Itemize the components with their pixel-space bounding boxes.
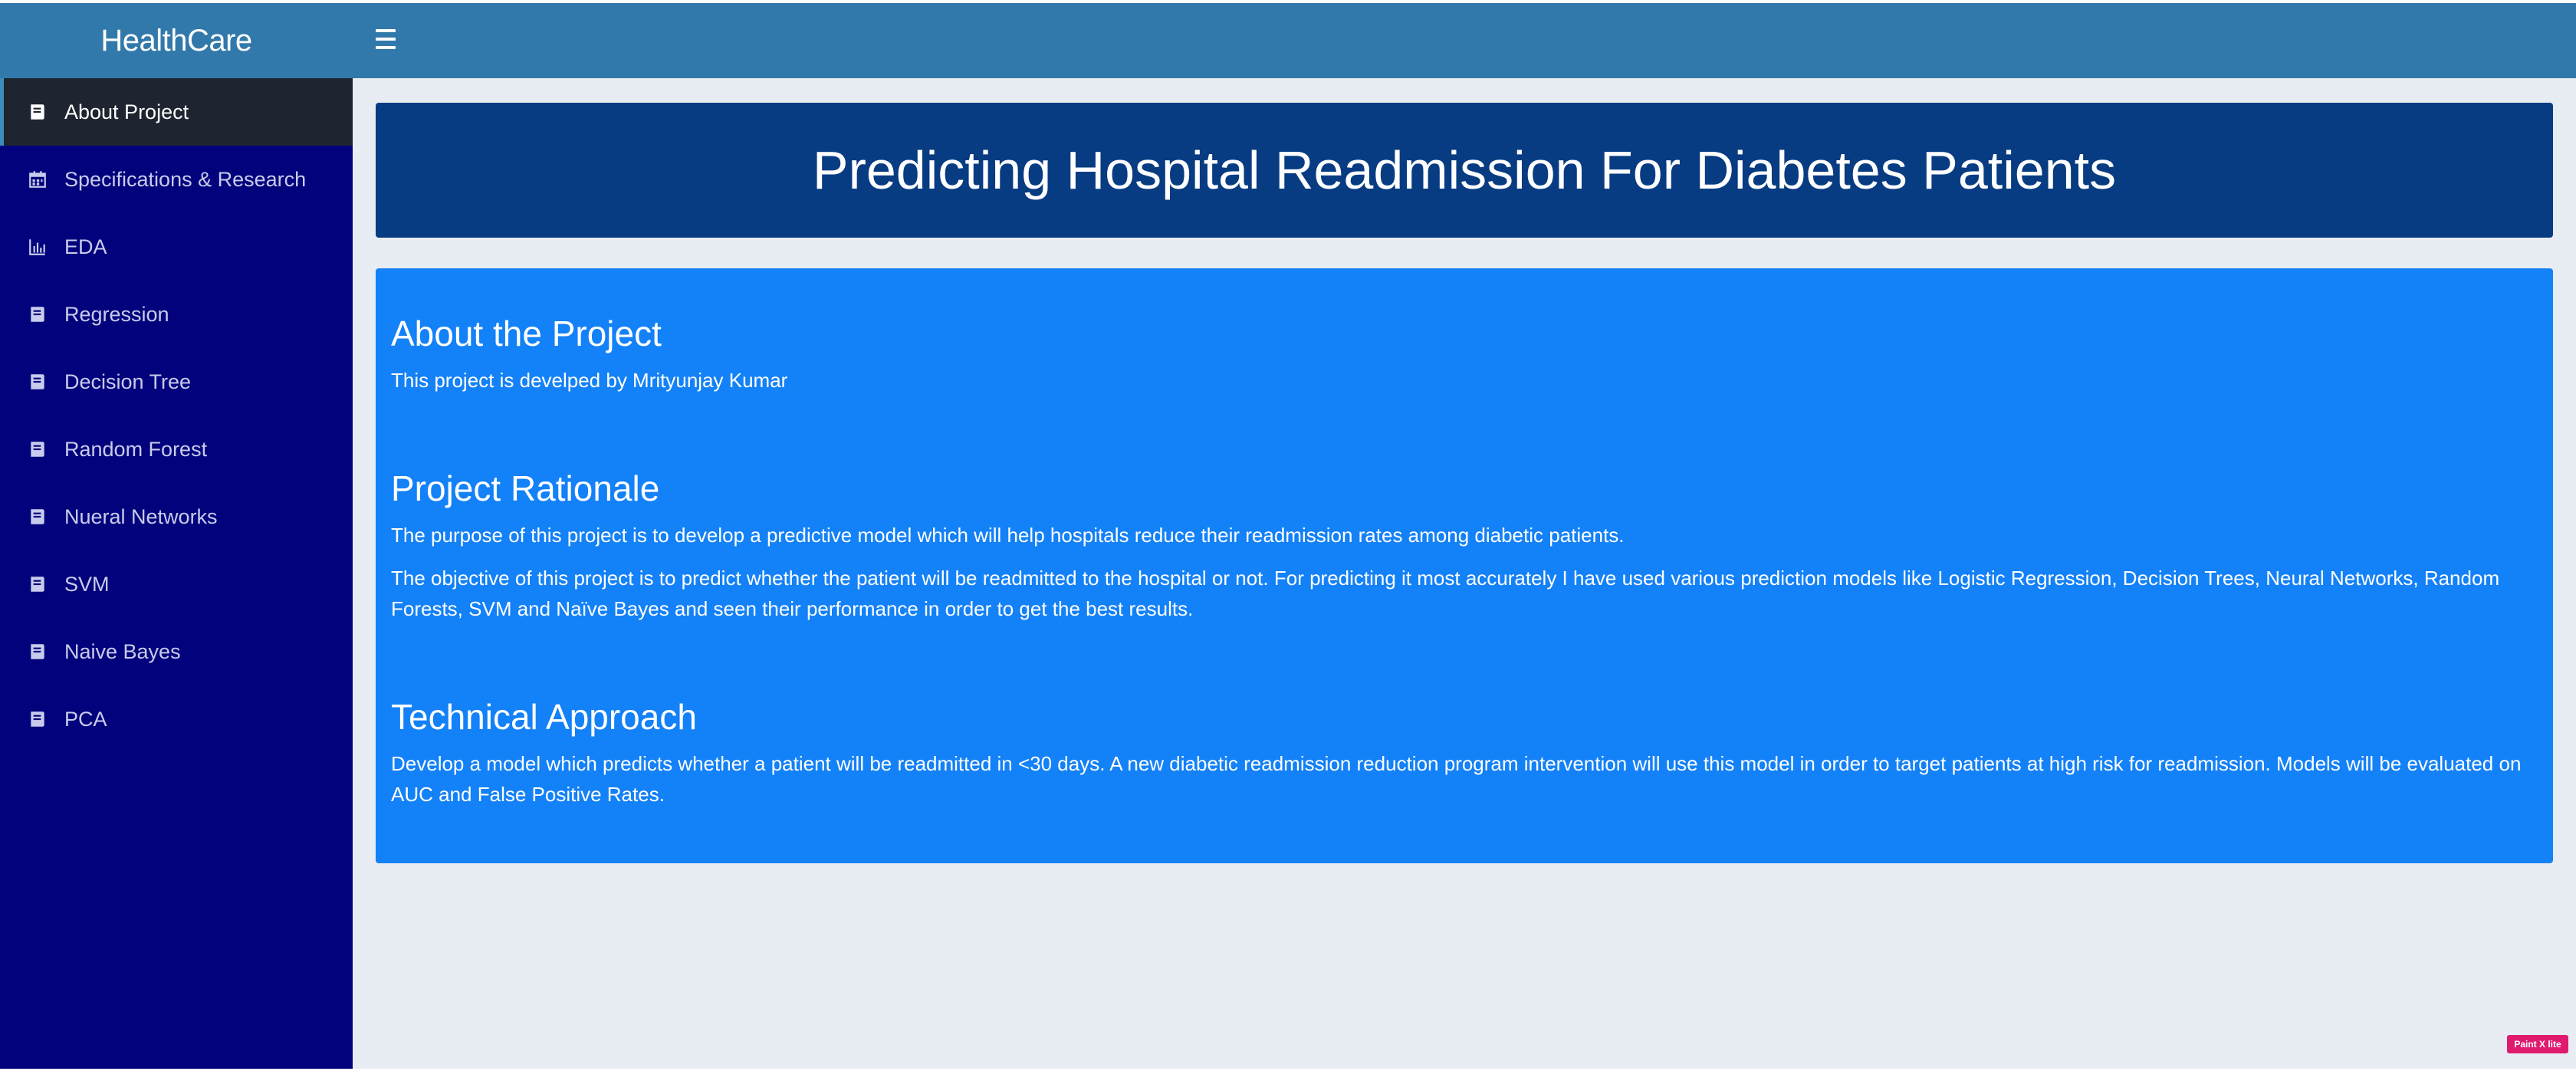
info-box: About the Project This project is develp… (376, 268, 2553, 863)
book-icon (26, 573, 49, 596)
section-heading: About the Project (391, 314, 662, 353)
section-paragraph: Develop a model which predicts whether a… (391, 752, 2522, 806)
book-icon (26, 370, 49, 393)
bar-chart-icon (26, 235, 49, 258)
section-project-rationale: Project Rationale The purpose of this pr… (391, 468, 2538, 624)
section-technical-approach: Technical Approach Develop a model which… (391, 696, 2538, 810)
sidebar-item-label: Regression (64, 302, 169, 326)
paint-x-lite-badge[interactable]: Paint X lite (2507, 1035, 2568, 1053)
sidebar-item-pca[interactable]: PCA (0, 685, 353, 753)
sidebar-item-neural-networks[interactable]: Nueral Networks (0, 483, 353, 550)
book-icon (26, 505, 49, 528)
book-icon (26, 303, 49, 326)
sidebar-item-label: PCA (64, 707, 107, 731)
sidebar: HealthCare About Project Specifications … (0, 3, 353, 1069)
hamburger-icon[interactable] (376, 29, 396, 49)
sidebar-item-label: Decision Tree (64, 370, 192, 393)
sidebar-item-decision-tree[interactable]: Decision Tree (0, 348, 353, 416)
app-root: HealthCare About Project Specifications … (0, 3, 2576, 1069)
book-icon (26, 640, 49, 663)
sidebar-item-label: Random Forest (64, 437, 208, 461)
section-paragraph: The purpose of this project is to develo… (391, 524, 1625, 547)
sidebar-item-label: Naive Bayes (64, 639, 181, 663)
sidebar-item-label: Specifications & Research (64, 167, 307, 191)
section-about-project: About the Project This project is develp… (391, 313, 2538, 396)
sidebar-item-svm[interactable]: SVM (0, 550, 353, 618)
sidebar-item-regression[interactable]: Regression (0, 281, 353, 348)
sidebar-item-label: About Project (64, 100, 189, 123)
book-icon (26, 100, 49, 123)
section-heading: Project Rationale (391, 468, 660, 508)
page-title-box: Predicting Hospital Readmission For Diab… (376, 103, 2553, 238)
main-content: Predicting Hospital Readmission For Diab… (376, 103, 2553, 863)
section-paragraph: This project is develped by Mrityunjay K… (391, 369, 788, 392)
sidebar-menu: About Project Specifications & Research … (0, 78, 353, 753)
brand-logo[interactable]: HealthCare (0, 3, 353, 78)
sidebar-item-label: SVM (64, 572, 110, 596)
sidebar-item-random-forest[interactable]: Random Forest (0, 416, 353, 483)
calendar-icon (26, 168, 49, 191)
sidebar-item-label: EDA (64, 235, 107, 258)
sidebar-item-eda[interactable]: EDA (0, 213, 353, 281)
top-header (353, 3, 2576, 78)
section-paragraph: The objective of this project is to pred… (391, 567, 2500, 620)
book-icon (26, 708, 49, 731)
sidebar-item-about-project[interactable]: About Project (0, 78, 353, 146)
section-heading: Technical Approach (391, 697, 697, 737)
book-icon (26, 438, 49, 461)
sidebar-item-label: Nueral Networks (64, 504, 218, 528)
sidebar-item-naive-bayes[interactable]: Naive Bayes (0, 618, 353, 685)
sidebar-item-specifications-research[interactable]: Specifications & Research (0, 146, 353, 213)
page-title: Predicting Hospital Readmission For Diab… (812, 140, 2117, 200)
